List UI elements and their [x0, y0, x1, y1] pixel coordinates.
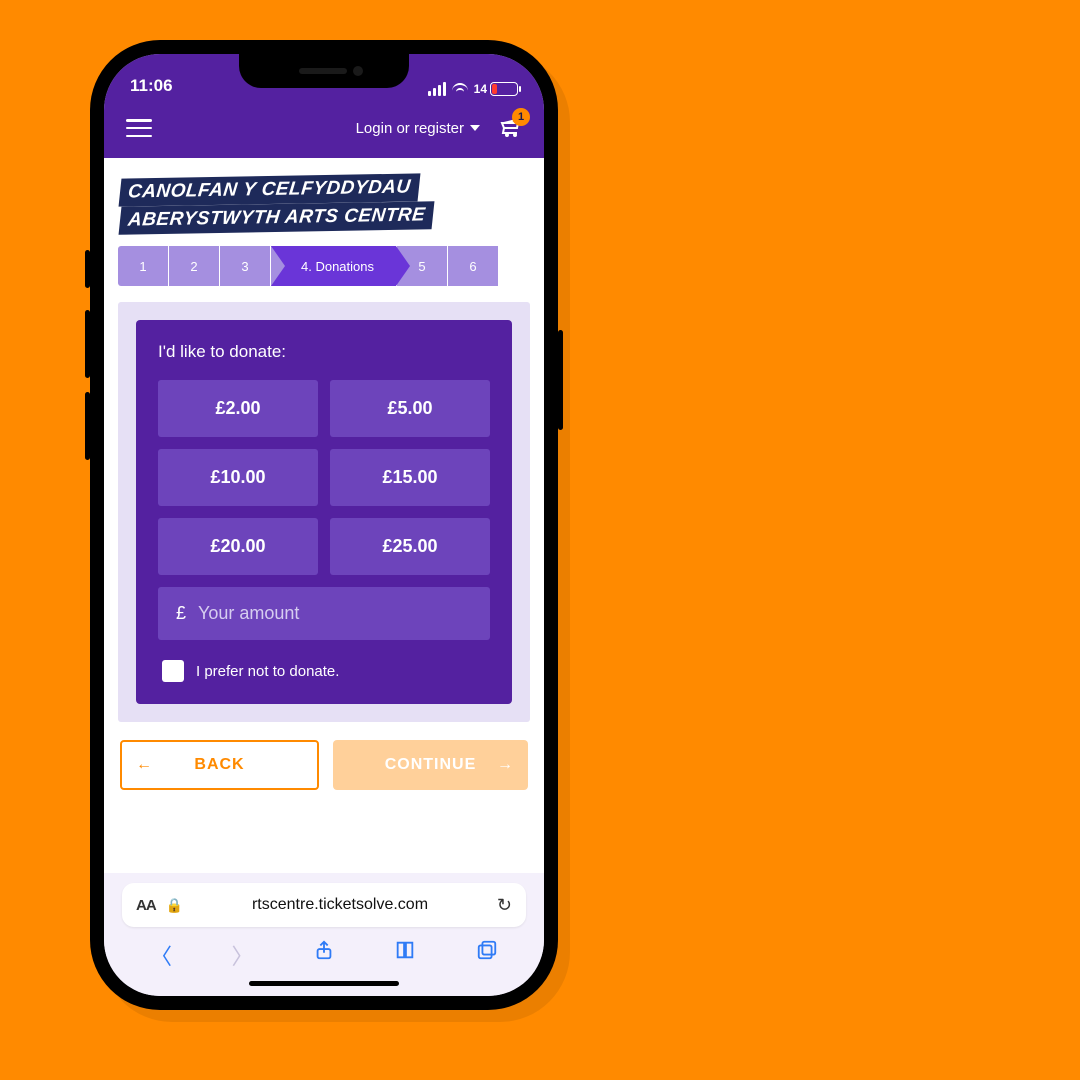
reload-icon[interactable]: ↻: [497, 895, 512, 916]
lock-icon: 🔒: [166, 897, 183, 914]
safari-tabs-icon[interactable]: [476, 939, 498, 971]
continue-label: CONTINUE: [385, 756, 477, 774]
brand-logo[interactable]: CANOLFAN Y CELFYDDYDAU ABERYSTWYTH ARTS …: [104, 158, 544, 242]
home-indicator[interactable]: [249, 981, 399, 986]
safari-forward-icon: 〉: [232, 939, 254, 971]
continue-button[interactable]: CONTINUE →: [333, 740, 528, 790]
checkout-progress: 1 2 3 4. Donations 5 6: [104, 242, 544, 290]
currency-symbol: £: [176, 603, 186, 624]
prefer-not-label: I prefer not to donate.: [196, 663, 339, 680]
back-label: BACK: [194, 756, 244, 774]
wifi-icon: [452, 83, 468, 95]
donation-amount-5[interactable]: £20.00: [158, 518, 318, 575]
safari-url-bar[interactable]: AA 🔒 rtscentre.ticketsolve.com ↻: [122, 883, 526, 927]
brand-line-2: ABERYSTWYTH ARTS CENTRE: [119, 201, 435, 234]
battery-indicator: 14: [474, 82, 518, 96]
donation-amount-1[interactable]: £2.00: [158, 380, 318, 437]
site-header: Login or register 1: [104, 102, 544, 158]
phone-frame: 11:06 14 Login or register 1: [90, 40, 558, 1010]
safari-share-icon[interactable]: [313, 939, 335, 971]
donation-title: I'd like to donate:: [158, 342, 490, 362]
arrow-left-icon: ←: [136, 756, 153, 774]
safari-bookmarks-icon[interactable]: [394, 939, 416, 971]
login-label: Login or register: [356, 120, 464, 137]
progress-step-1[interactable]: 1: [118, 246, 168, 286]
custom-amount-row[interactable]: £: [158, 587, 490, 640]
arrow-right-icon: →: [497, 756, 514, 774]
progress-step-2[interactable]: 2: [169, 246, 219, 286]
phone-notch: [239, 54, 409, 88]
chevron-down-icon: [470, 125, 480, 131]
donation-amount-4[interactable]: £15.00: [330, 449, 490, 506]
donation-amount-6[interactable]: £25.00: [330, 518, 490, 575]
phone-screen: 11:06 14 Login or register 1: [104, 54, 544, 996]
phone-volume-down: [85, 392, 90, 460]
progress-step-3[interactable]: 3: [220, 246, 270, 286]
login-register-link[interactable]: Login or register: [356, 120, 480, 137]
safari-back-icon[interactable]: 〈: [150, 939, 172, 971]
cart-button[interactable]: 1: [498, 116, 522, 140]
donation-card: I'd like to donate: £2.00 £5.00 £10.00 £…: [136, 320, 512, 704]
safari-chrome: AA 🔒 rtscentre.ticketsolve.com ↻ 〈 〉: [104, 873, 544, 996]
status-time: 11:06: [130, 76, 173, 96]
phone-mute-switch: [85, 250, 90, 288]
back-button[interactable]: ← BACK: [120, 740, 319, 790]
custom-amount-input[interactable]: [198, 603, 472, 624]
page-body: CANOLFAN Y CELFYDDYDAU ABERYSTWYTH ARTS …: [104, 158, 544, 873]
content-panel: I'd like to donate: £2.00 £5.00 £10.00 £…: [118, 302, 530, 722]
phone-volume-up: [85, 310, 90, 378]
progress-step-6[interactable]: 6: [448, 246, 498, 286]
prefer-not-checkbox[interactable]: [162, 660, 184, 682]
cart-badge: 1: [512, 108, 530, 126]
donation-amount-2[interactable]: £5.00: [330, 380, 490, 437]
progress-step-4-active[interactable]: 4. Donations: [271, 246, 396, 286]
url-text: rtscentre.ticketsolve.com: [193, 896, 487, 914]
cellular-signal-icon: [428, 82, 446, 96]
battery-percent: 14: [474, 82, 487, 96]
nav-buttons: Continue ← BACK CONTINUE →: [104, 734, 544, 804]
phone-power-button: [558, 330, 563, 430]
menu-icon[interactable]: [126, 119, 152, 137]
donation-amount-3[interactable]: £10.00: [158, 449, 318, 506]
text-size-icon[interactable]: AA: [136, 897, 156, 914]
